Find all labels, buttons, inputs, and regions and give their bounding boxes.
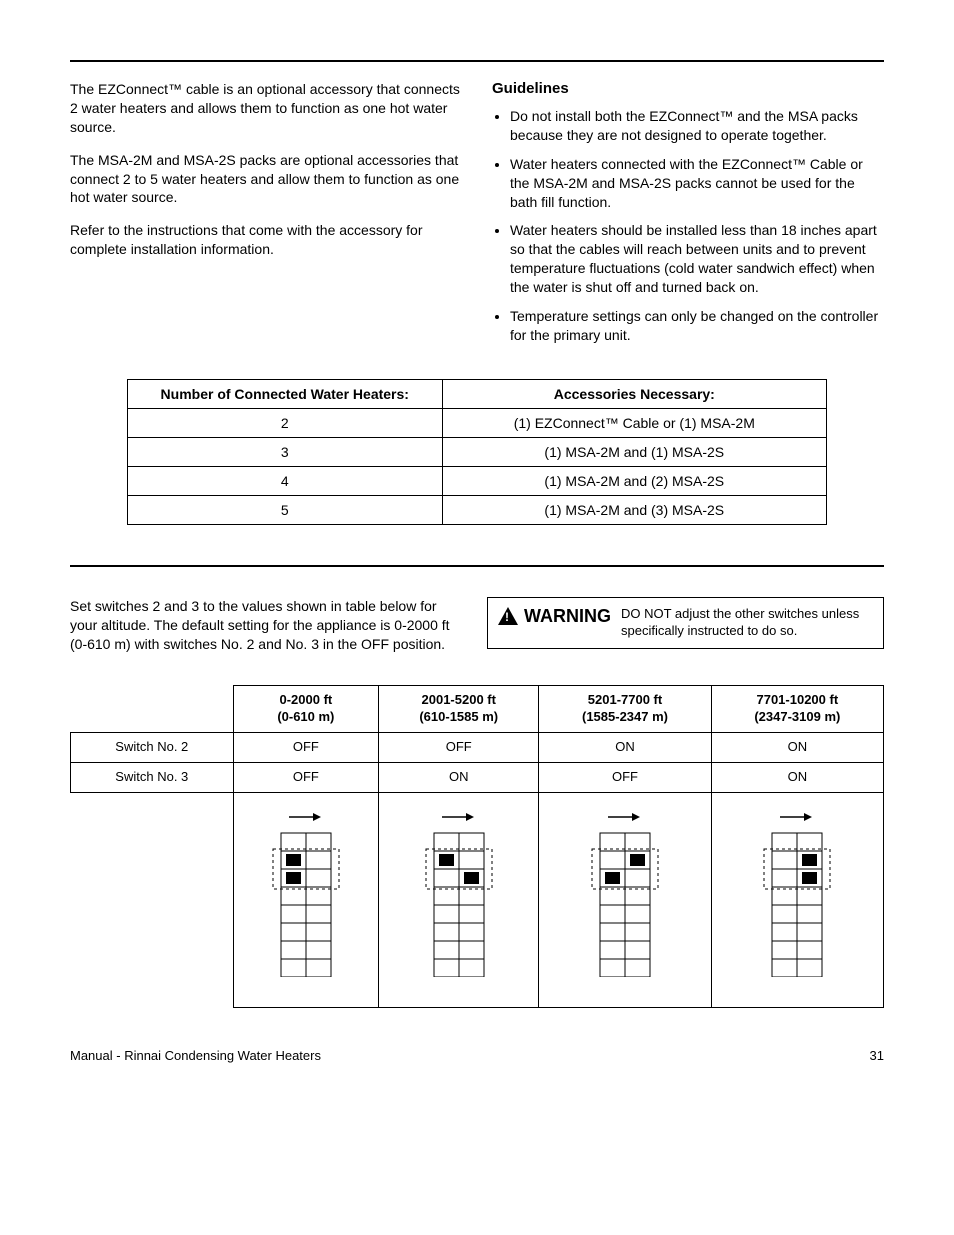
diagram-row bbox=[71, 793, 884, 1008]
table-cell: OFF bbox=[233, 763, 379, 793]
warning-label: WARNING bbox=[524, 606, 611, 627]
table-row: 3(1) MSA-2M and (1) MSA-2S bbox=[127, 437, 826, 466]
table-header: Number of Connected Water Heaters: bbox=[127, 379, 442, 408]
rule-top bbox=[70, 60, 884, 62]
page-footer: Manual - Rinnai Condensing Water Heaters… bbox=[70, 1048, 884, 1063]
row-label: Switch No. 3 bbox=[71, 763, 234, 793]
altitude-text-block: Set switches 2 and 3 to the values shown… bbox=[70, 597, 467, 668]
dip-switch-icon bbox=[271, 807, 341, 977]
table-cell: 5 bbox=[127, 495, 442, 524]
table-row: Switch No. 3 OFF ON OFF ON bbox=[71, 763, 884, 793]
left-column: The EZConnect™ cable is an optional acce… bbox=[70, 80, 462, 359]
table-header-row: 0-2000 ft(0-610 m) 2001-5200 ft(610-1585… bbox=[71, 686, 884, 733]
table-cell: (1) EZConnect™ Cable or (1) MSA-2M bbox=[442, 408, 826, 437]
intro-paragraph-2: The MSA-2M and MSA-2S packs are optional… bbox=[70, 151, 462, 208]
dip-switch-icon bbox=[762, 807, 832, 977]
page-number: 31 bbox=[870, 1048, 884, 1063]
table-cell: 4 bbox=[127, 466, 442, 495]
guideline-item: Do not install both the EZConnect™ and t… bbox=[510, 107, 884, 145]
guideline-item: Temperature settings can only be changed… bbox=[510, 307, 884, 345]
warning-text: DO NOT adjust the other switches unless … bbox=[621, 606, 873, 640]
altitude-table: 0-2000 ft(0-610 m) 2001-5200 ft(610-1585… bbox=[70, 685, 884, 1008]
dip-switch-icon bbox=[424, 807, 494, 977]
altitude-text: Set switches 2 and 3 to the values shown… bbox=[70, 597, 467, 654]
empty-cell bbox=[71, 793, 234, 1008]
table-row: Switch No. 2 OFF OFF ON ON bbox=[71, 733, 884, 763]
table-header-row: Number of Connected Water Heaters: Acces… bbox=[127, 379, 826, 408]
intro-paragraph-3: Refer to the instructions that come with… bbox=[70, 221, 462, 259]
guidelines-heading: Guidelines bbox=[492, 80, 884, 97]
table-cell: OFF bbox=[233, 733, 379, 763]
table-row: 4(1) MSA-2M and (2) MSA-2S bbox=[127, 466, 826, 495]
table-cell: ON bbox=[539, 733, 711, 763]
warning-triangle-icon bbox=[498, 607, 518, 625]
guidelines-list: Do not install both the EZConnect™ and t… bbox=[492, 107, 884, 345]
warning-box: WARNING DO NOT adjust the other switches… bbox=[487, 597, 884, 649]
table-cell: OFF bbox=[379, 733, 539, 763]
accessories-table: Number of Connected Water Heaters: Acces… bbox=[127, 379, 827, 525]
alt-header: 2001-5200 ft(610-1585 m) bbox=[379, 686, 539, 733]
table-cell: (1) MSA-2M and (1) MSA-2S bbox=[442, 437, 826, 466]
guideline-item: Water heaters connected with the EZConne… bbox=[510, 155, 884, 212]
intro-paragraph-1: The EZConnect™ cable is an optional acce… bbox=[70, 80, 462, 137]
dip-diagram-cell bbox=[233, 793, 379, 1008]
table-cell: (1) MSA-2M and (3) MSA-2S bbox=[442, 495, 826, 524]
table-cell: ON bbox=[379, 763, 539, 793]
table-cell: ON bbox=[711, 733, 883, 763]
table-cell: 3 bbox=[127, 437, 442, 466]
two-column-section: The EZConnect™ cable is an optional acce… bbox=[70, 80, 884, 359]
dip-switch-icon bbox=[590, 807, 660, 977]
table-row: 2(1) EZConnect™ Cable or (1) MSA-2M bbox=[127, 408, 826, 437]
table-cell: 2 bbox=[127, 408, 442, 437]
alt-header: 7701-10200 ft(2347-3109 m) bbox=[711, 686, 883, 733]
dip-diagram-cell bbox=[379, 793, 539, 1008]
dip-diagram-cell bbox=[711, 793, 883, 1008]
right-column: Guidelines Do not install both the EZCon… bbox=[492, 80, 884, 359]
table-cell: (1) MSA-2M and (2) MSA-2S bbox=[442, 466, 826, 495]
rule-mid bbox=[70, 565, 884, 567]
table-cell: OFF bbox=[539, 763, 711, 793]
footer-title: Manual - Rinnai Condensing Water Heaters bbox=[70, 1048, 321, 1063]
alt-header: 5201-7700 ft(1585-2347 m) bbox=[539, 686, 711, 733]
dip-diagram-cell bbox=[539, 793, 711, 1008]
table-corner bbox=[71, 686, 234, 733]
table-header: Accessories Necessary: bbox=[442, 379, 826, 408]
alt-header: 0-2000 ft(0-610 m) bbox=[233, 686, 379, 733]
altitude-section: Set switches 2 and 3 to the values shown… bbox=[70, 597, 884, 1008]
table-cell: ON bbox=[711, 763, 883, 793]
warning-label-block: WARNING bbox=[498, 606, 611, 627]
guideline-item: Water heaters should be installed less t… bbox=[510, 221, 884, 297]
row-label: Switch No. 2 bbox=[71, 733, 234, 763]
table-row: 5(1) MSA-2M and (3) MSA-2S bbox=[127, 495, 826, 524]
